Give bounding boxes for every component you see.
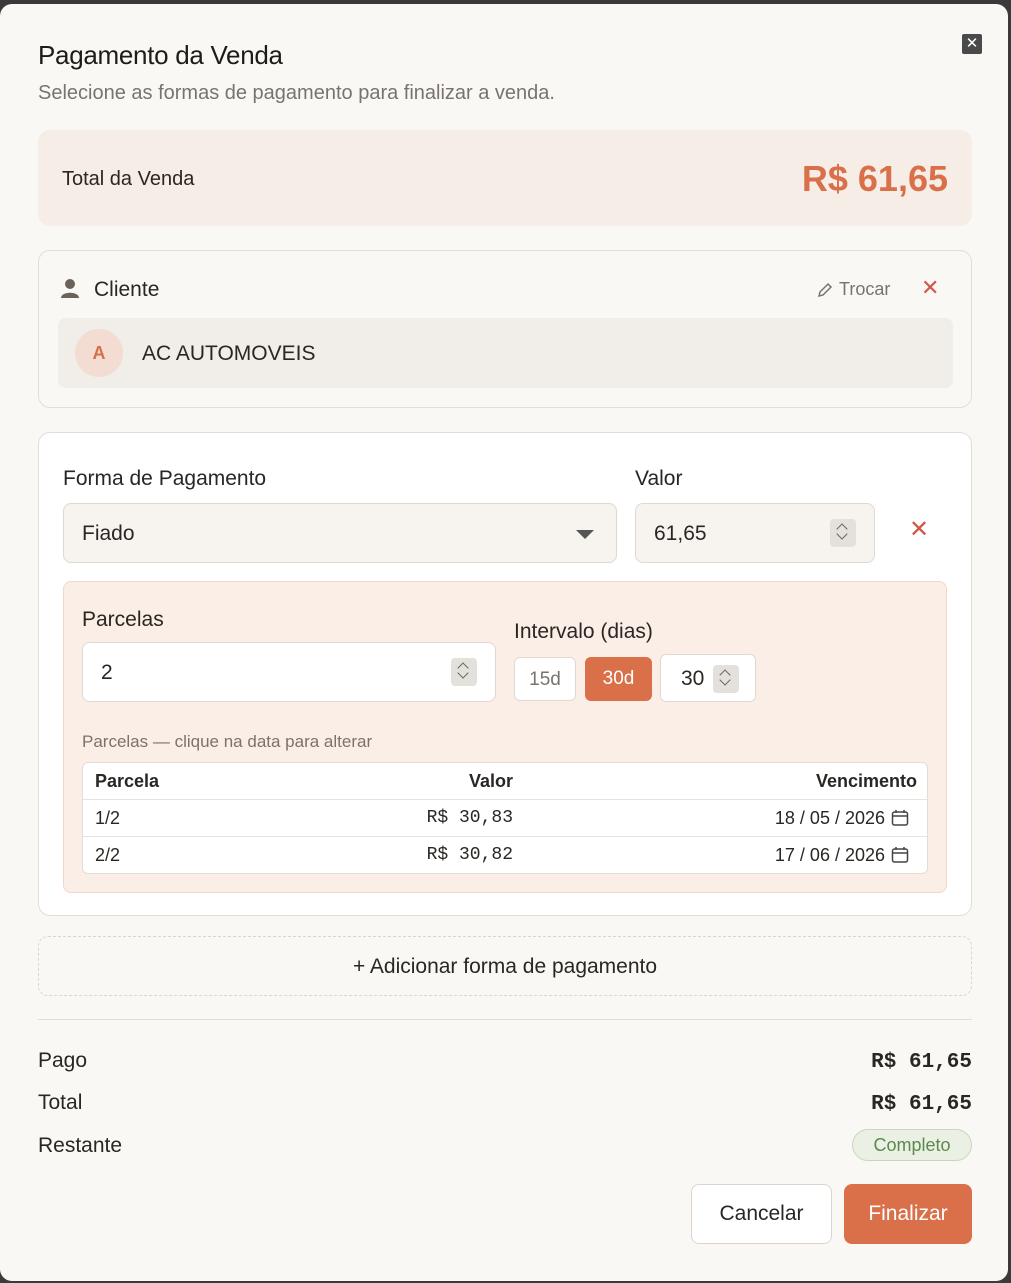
interval-label: Intervalo (dias) [514, 620, 653, 643]
status-badge: Completo [852, 1129, 972, 1161]
table-header-row: Parcela Valor Vencimento [83, 763, 927, 800]
installments-panel: Parcelas 2 Intervalo (dias) 15d 30d 30 P… [63, 581, 947, 893]
column-header-parcela: Parcela [95, 771, 160, 791]
installments-value: 2 [101, 661, 113, 684]
client-card: Cliente Trocar ✕ A AC AUTOMOVEIS [38, 250, 972, 408]
installment-due-date[interactable]: 18 / 05 / 2026 [775, 808, 885, 829]
installments-stepper-icon[interactable] [451, 658, 477, 686]
payment-method-label: Forma de Pagamento [63, 467, 267, 490]
avatar: A [75, 329, 123, 377]
finish-button[interactable]: Finalizar [844, 1184, 972, 1244]
dialog-subtitle: Selecione as formas de pagamento para fi… [38, 82, 555, 104]
table-row: 2/2 R$ 30,82 17 / 06 / 2026 [83, 837, 927, 873]
remove-payment-icon[interactable]: ✕ [909, 515, 929, 544]
installment-number: 1/2 [95, 808, 121, 828]
paid-label: Pago [38, 1049, 88, 1072]
pencil-icon [817, 282, 833, 297]
payment-method-card: Forma de Pagamento Valor Fiado 61,65 ✕ P… [38, 432, 972, 916]
installment-number: 2/2 [95, 845, 121, 865]
selected-client: A AC AUTOMOVEIS [58, 318, 953, 388]
amount-label: Valor [635, 467, 683, 490]
sale-total-box: Total da Venda R$ 61,65 [38, 130, 972, 226]
sale-total-label: Total da Venda [62, 168, 195, 190]
change-client-label: Trocar [839, 279, 891, 299]
table-row: 1/2 R$ 30,83 18 / 05 / 2026 [83, 800, 927, 837]
installments-input[interactable]: 2 [82, 642, 496, 702]
divider [38, 1019, 972, 1020]
installments-label: Parcelas [82, 608, 164, 631]
installment-amount: R$ 30,82 [426, 845, 513, 865]
add-payment-method-button[interactable]: + Adicionar forma de pagamento [38, 936, 972, 996]
interval-30d-button[interactable]: 30d [585, 657, 652, 701]
total-value: R$ 61,65 [871, 1093, 972, 1116]
chevron-down-icon [576, 530, 594, 539]
calendar-icon[interactable] [891, 846, 909, 864]
remove-client-icon[interactable]: ✕ [921, 275, 939, 301]
total-label: Total [38, 1091, 83, 1114]
cancel-button[interactable]: Cancelar [691, 1184, 832, 1244]
amount-input[interactable]: 61,65 [635, 503, 875, 563]
client-label: Cliente [94, 278, 160, 301]
user-icon [61, 279, 79, 298]
interval-stepper-icon[interactable] [713, 665, 739, 693]
interval-days-input[interactable]: 30 [660, 654, 756, 702]
remaining-label: Restante [38, 1134, 123, 1157]
dialog-title: Pagamento da Venda [38, 40, 283, 70]
close-icon[interactable]: ✕ [962, 34, 982, 54]
interval-15d-button[interactable]: 15d [514, 657, 576, 701]
interval-days-value: 30 [681, 667, 705, 690]
client-name: AC AUTOMOVEIS [142, 342, 316, 365]
payment-method-select[interactable]: Fiado [63, 503, 617, 563]
installments-table: Parcela Valor Vencimento 1/2 R$ 30,83 18… [82, 762, 928, 874]
column-header-valor: Valor [468, 771, 513, 791]
installments-hint: Parcelas — clique na data para alterar [82, 732, 373, 751]
installment-due-date[interactable]: 17 / 06 / 2026 [775, 845, 885, 866]
change-client-button[interactable]: Trocar [817, 279, 890, 300]
sale-total-value: R$ 61,65 [801, 158, 948, 199]
payment-dialog: ✕ Pagamento da Venda Selecione as formas… [0, 4, 1008, 1281]
amount-stepper-icon[interactable] [830, 519, 856, 547]
payment-method-value: Fiado [82, 522, 135, 545]
calendar-icon[interactable] [891, 809, 909, 827]
amount-value: 61,65 [654, 522, 707, 545]
column-header-vencimento: Vencimento [815, 771, 917, 791]
paid-value: R$ 61,65 [871, 1051, 972, 1074]
installment-amount: R$ 30,83 [426, 808, 513, 828]
